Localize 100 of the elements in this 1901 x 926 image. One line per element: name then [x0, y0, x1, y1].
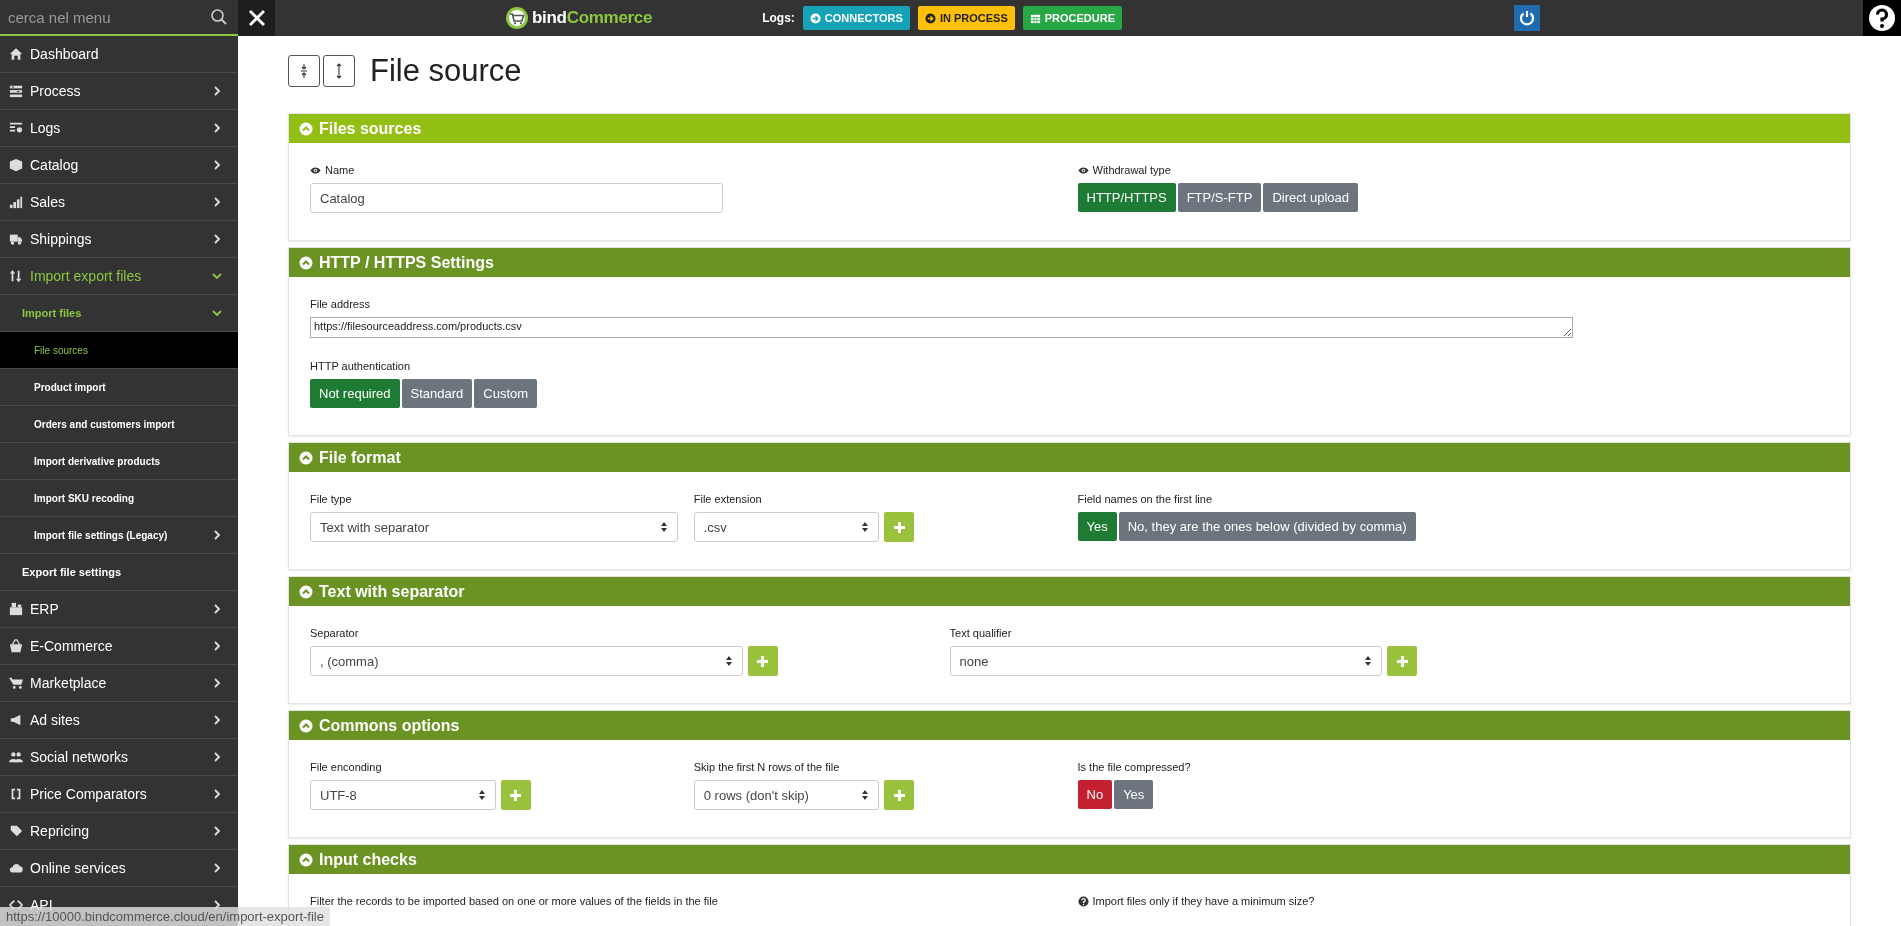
logs-label: Logs:	[762, 11, 795, 25]
chevron-right-icon	[212, 197, 222, 207]
chart-icon	[9, 195, 23, 209]
arrows-icon	[9, 269, 23, 283]
arrow-circle-icon	[924, 12, 936, 24]
chevron-up-icon	[299, 718, 313, 733]
chevron-right-icon	[212, 752, 222, 762]
field-label: File address	[310, 298, 371, 310]
chevron-right-icon	[212, 900, 222, 910]
option-button[interactable]: No, they are the ones below (divided by comma)	[1118, 512, 1416, 541]
arrows-in-icon	[299, 63, 309, 79]
power-button[interactable]	[1514, 5, 1541, 31]
chevron-right-icon	[212, 789, 222, 799]
field-label: Withdrawal type	[1077, 164, 1829, 176]
select-field[interactable]: , (comma)	[310, 646, 743, 676]
page-title: File source	[370, 53, 522, 89]
help-button[interactable]	[1863, 0, 1901, 36]
field-label: Separator	[310, 627, 360, 639]
list-icon	[9, 121, 23, 135]
option-button[interactable]: Yes	[1114, 780, 1154, 809]
field-label: File type	[310, 493, 353, 505]
arrows-out-icon	[334, 62, 344, 80]
truck-icon	[9, 232, 23, 246]
megaphone-icon	[9, 713, 23, 727]
field-label: File enconding	[310, 761, 383, 773]
sort-caret-icon	[724, 655, 733, 667]
expand-all-button[interactable]	[323, 55, 355, 87]
chevron-right-icon	[212, 678, 222, 688]
building-icon	[9, 602, 23, 616]
field-label: Skip the first N rows of the file	[693, 761, 841, 773]
chevron-right-icon	[212, 530, 222, 540]
option-button[interactable]: No	[1077, 780, 1113, 809]
select-field[interactable]: UTF-8	[310, 780, 496, 810]
box-icon	[9, 158, 23, 172]
chevron-right-icon	[212, 641, 222, 651]
plus-icon	[1396, 655, 1408, 667]
plus-icon	[757, 655, 769, 667]
plus-icon	[893, 521, 905, 533]
address-field[interactable]: https://filesourceaddress.com/products.csv	[310, 317, 1574, 338]
panel-header[interactable]: HTTP / HTTPS Settings	[289, 248, 1850, 277]
option-button[interactable]: Direct upload	[1263, 183, 1358, 212]
field-label: File extension	[693, 493, 763, 505]
sort-caret-icon	[477, 789, 486, 801]
select-field[interactable]: Text with separator	[310, 512, 678, 542]
search-field[interactable]: cerca nel menu	[0, 8, 210, 26]
house-icon	[9, 47, 23, 61]
people-icon	[9, 750, 23, 764]
panel-header[interactable]: File format	[289, 443, 1850, 472]
plus-icon	[510, 789, 522, 801]
panel-header[interactable]: Input checks	[289, 845, 1850, 874]
search-icon	[210, 8, 228, 26]
field-label: Import files only if they have a minimum size?	[1077, 895, 1829, 907]
option-button[interactable]: Standard	[401, 379, 473, 408]
menu-item[interactable]: File sources	[0, 332, 238, 369]
field-label: Field names on the first line	[1077, 493, 1213, 505]
select-field[interactable]: 0 rows (don't skip)	[693, 780, 880, 810]
sort-caret-icon	[659, 521, 668, 533]
link-url-tooltip: https://10000.bindcommerce.cloud/en/import-export-file	[0, 907, 330, 926]
chevron-right-icon	[212, 123, 222, 133]
option-button[interactable]: HTTP/HTTPS	[1077, 183, 1176, 212]
eye-icon	[310, 164, 321, 176]
select-field[interactable]: none	[949, 646, 1383, 676]
chevron-right-icon	[212, 826, 222, 836]
chevron-right-icon	[212, 86, 222, 96]
close-icon	[247, 9, 266, 27]
chevron-up-icon	[299, 450, 313, 465]
field-label: Name	[310, 164, 1062, 176]
help-icon	[1868, 4, 1896, 32]
panel-header[interactable]: Text with separator	[289, 577, 1850, 606]
chevron-up-icon	[299, 852, 313, 867]
panel-header[interactable]: Commons options	[289, 711, 1850, 740]
chevron-right-icon	[212, 715, 222, 725]
chevron-up-icon	[299, 121, 313, 136]
chevron-right-icon	[212, 160, 222, 170]
sort-caret-icon	[861, 521, 870, 533]
help-icon	[1077, 895, 1089, 907]
tag-icon	[9, 824, 23, 838]
chevron-right-icon	[212, 234, 222, 244]
basket-icon	[9, 639, 23, 653]
chevron-down-icon	[212, 308, 222, 318]
power-icon	[1518, 9, 1537, 27]
option-button[interactable]: FTP/S-FTP	[1177, 183, 1262, 212]
field-label: Is the file compressed?	[1077, 761, 1192, 773]
option-button[interactable]: Yes	[1077, 512, 1117, 541]
text-field[interactable]: Catalog	[310, 183, 724, 213]
close-button[interactable]	[238, 0, 275, 36]
option-button[interactable]: Not required	[310, 379, 400, 408]
cart-icon	[9, 676, 23, 690]
eye-icon	[1077, 164, 1089, 176]
option-button[interactable]: Custom	[474, 379, 538, 408]
sort-caret-icon	[861, 789, 870, 801]
calendar-icon	[1029, 12, 1041, 24]
field-label: HTTP authentication	[310, 360, 412, 372]
collapse-all-button[interactable]	[288, 55, 320, 87]
select-field[interactable]: .csv	[693, 512, 880, 542]
chevron-right-icon	[212, 604, 222, 614]
log-button[interactable]: IN PROCESS	[917, 6, 1015, 30]
brand-logo: bindCommerce	[532, 8, 653, 28]
chevron-right-icon	[212, 863, 222, 873]
cloud-icon	[9, 861, 23, 875]
